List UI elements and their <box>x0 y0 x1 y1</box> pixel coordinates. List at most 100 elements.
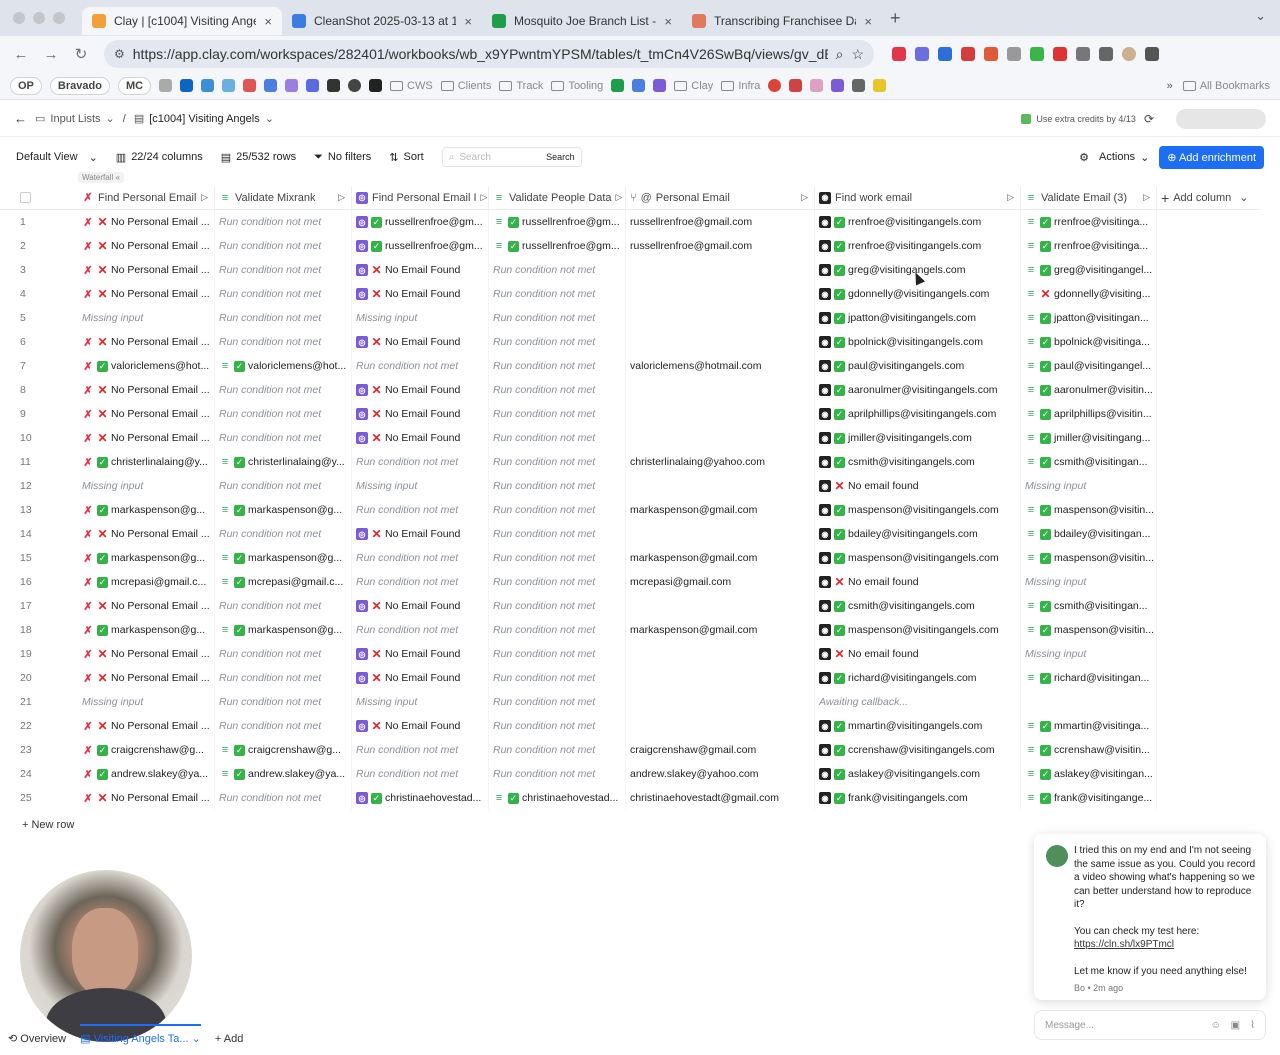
table-cell[interactable]: Run condition not met <box>352 498 489 522</box>
table-row[interactable]: 14 ✗ ✕ No Personal Email ... Run condition n… <box>0 522 1260 546</box>
browser-tab[interactable]: Mosquito Joe Branch List - G × <box>482 7 682 35</box>
table-row[interactable]: 16 ✗ ✓ mcrepasi@gmail.c... ≡ ✓ mcrepasi@gmail.… <box>0 570 1260 594</box>
table-cell[interactable]: christinaehovestadt@gmail.com <box>626 786 815 810</box>
run-column-icon[interactable]: ▷ <box>338 192 345 203</box>
bookmark-icon[interactable] <box>285 79 299 92</box>
bookmark-icon[interactable] <box>831 79 845 92</box>
table-cell[interactable] <box>626 378 815 402</box>
table-row[interactable]: 18 ✗ ✓ markaspenson@g... ≡ ✓ markaspenson@g...… <box>0 618 1260 642</box>
table-cell[interactable]: Run condition not met <box>489 282 626 306</box>
table-row[interactable]: 2 ✗ ✕ No Personal Email ... Run condition no… <box>0 234 1260 258</box>
chat-message-input[interactable]: Message... ☺ ▣ ⌇ <box>1034 1010 1266 1040</box>
table-cell[interactable]: ◎ ✕ No Email Found <box>352 426 489 450</box>
url-field[interactable]: ⚙ https://app.clay.com/workspaces/282401… <box>104 40 874 68</box>
download-icon[interactable] <box>1099 47 1113 61</box>
table-row[interactable]: 3 ✗ ✕ No Personal Email ... Run condition no… <box>0 258 1260 282</box>
table-cell[interactable]: Run condition not met <box>489 378 626 402</box>
table-row[interactable]: 23 ✗ ✓ craigcrenshaw@g... ≡ ✓ craigcrenshaw@g.… <box>0 738 1260 762</box>
bookmark-folder[interactable]: Clients <box>440 80 491 92</box>
table-cell[interactable]: Missing input <box>352 690 489 714</box>
extension-icon[interactable] <box>984 47 998 61</box>
bookmark-folder[interactable]: Clay <box>674 80 713 92</box>
table-cell[interactable]: ≡ ✓ aslakey@visitingan... <box>1021 762 1157 786</box>
table-row[interactable]: 11 ✗ ✓ christerlinalaing@y... ≡ ✓ christerlina… <box>0 450 1260 474</box>
close-tab-icon[interactable]: × <box>464 14 472 29</box>
breadcrumb-table[interactable]: ▤ [c1004] Visiting Angels ⌄ <box>134 112 274 126</box>
table-cell[interactable]: Run condition not met <box>489 450 626 474</box>
table-cell[interactable]: ◉ ✓ paul@visitingangels.com <box>815 354 1021 378</box>
table-cell[interactable]: ≡ ✕ gdonnelly@visiting... <box>1021 282 1157 306</box>
table-cell[interactable]: Run condition not met <box>215 210 352 234</box>
table-cell[interactable]: ◉ ✓ frank@visitingangels.com <box>815 786 1021 810</box>
table-cell[interactable]: ◉ ✓ maspenson@visitingangels.com <box>815 618 1021 642</box>
table-cell[interactable]: ◉ ✕ No email found <box>815 474 1021 498</box>
table-cell[interactable]: ◉ ✓ richard@visitingangels.com <box>815 666 1021 690</box>
table-cell[interactable]: Run condition not met <box>215 402 352 426</box>
all-bookmarks[interactable]: All Bookmarks <box>1182 80 1270 92</box>
table-cell[interactable]: ✗ ✓ andrew.slakey@ya... <box>78 762 215 786</box>
table-cell[interactable]: ✗ ✕ No Personal Email ... <box>78 642 215 666</box>
table-cell[interactable]: ≡ ✓ maspenson@visitin... <box>1021 546 1157 570</box>
table-cell[interactable] <box>626 426 815 450</box>
table-cell[interactable]: craigcrenshaw@gmail.com <box>626 738 815 762</box>
table-cell[interactable] <box>626 258 815 282</box>
table-cell[interactable]: Run condition not met <box>215 690 352 714</box>
table-cell[interactable]: ≡ ✓ rrenfroe@visitinga... <box>1021 210 1157 234</box>
search-button[interactable]: Search <box>546 152 575 162</box>
table-cell[interactable]: Run condition not met <box>215 522 352 546</box>
table-cell[interactable]: Missing input <box>1021 642 1157 666</box>
attach-icon[interactable]: ⌇ <box>1250 1020 1255 1031</box>
breadcrumb-input-lists[interactable]: ▭ Input Lists ⌄ <box>35 112 115 126</box>
add-sheet-button[interactable]: + Add <box>215 1033 243 1045</box>
credits-notice[interactable]: Use extra credits by 4/13 <box>1021 113 1136 124</box>
table-cell[interactable]: ◎ ✕ No Email Found <box>352 594 489 618</box>
table-cell[interactable] <box>626 594 815 618</box>
table-cell[interactable]: Run condition not met <box>489 738 626 762</box>
back-icon[interactable]: ← <box>8 46 34 63</box>
table-cell[interactable]: ≡ ✓ craigcrenshaw@g... <box>215 738 352 762</box>
table-cell[interactable]: Run condition not met <box>489 258 626 282</box>
reload-icon[interactable]: ↻ <box>68 45 94 63</box>
bookmark-folder[interactable]: CWS <box>390 80 433 92</box>
bookmark-icon[interactable] <box>873 79 887 92</box>
tab-menu-icon[interactable]: ⌄ <box>1255 8 1266 24</box>
table-cell[interactable]: ◎ ✕ No Email Found <box>352 378 489 402</box>
column-header[interactable]: ≡ Validate People Data ▷ <box>489 185 626 210</box>
table-cell[interactable] <box>626 282 815 306</box>
table-cell[interactable]: markaspenson@gmail.com <box>626 618 815 642</box>
bookmark-icon[interactable] <box>810 79 824 92</box>
extension-icon[interactable] <box>1030 47 1044 61</box>
rows-button[interactable]: ▤ 25/532 rows <box>221 151 296 164</box>
table-cell[interactable]: Run condition not met <box>489 546 626 570</box>
table-cell[interactable]: Run condition not met <box>352 450 489 474</box>
table-cell[interactable]: ✗ ✕ No Personal Email ... <box>78 666 215 690</box>
table-cell[interactable] <box>1021 690 1157 714</box>
table-cell[interactable]: ✗ ✓ markaspenson@g... <box>78 498 215 522</box>
browser-tab[interactable]: Transcribing Franchisee Data × <box>682 7 882 35</box>
table-cell[interactable]: ≡ ✓ russellrenfroe@gm... <box>489 210 626 234</box>
table-cell[interactable]: ≡ ✓ richard@visitingan... <box>1021 666 1157 690</box>
table-cell[interactable]: ✗ ✕ No Personal Email ... <box>78 522 215 546</box>
close-tab-icon[interactable]: × <box>664 14 672 29</box>
table-row[interactable]: 24 ✗ ✓ andrew.slakey@ya... ≡ ✓ andrew.slakey@y… <box>0 762 1260 786</box>
table-cell[interactable]: Run condition not met <box>215 306 352 330</box>
run-column-icon[interactable]: ▷ <box>1007 192 1014 203</box>
column-header[interactable]: ◉ Find work email ▷ <box>815 185 1021 210</box>
emoji-icon[interactable]: ☺ <box>1210 1020 1220 1031</box>
bookmark-icon[interactable] <box>201 79 215 92</box>
table-row[interactable]: 19 ✗ ✕ No Personal Email ... Run condition n… <box>0 642 1260 666</box>
table-cell[interactable]: Run condition not met <box>352 354 489 378</box>
table-cell[interactable]: ✗ ✕ No Personal Email ... <box>78 282 215 306</box>
sheets-icon[interactable] <box>611 79 625 92</box>
table-cell[interactable]: andrew.slakey@yahoo.com <box>626 762 815 786</box>
table-cell[interactable]: Run condition not met <box>489 714 626 738</box>
table-cell[interactable]: Run condition not met <box>352 546 489 570</box>
table-cell[interactable] <box>626 714 815 738</box>
table-cell[interactable]: ≡ ✓ markaspenson@g... <box>215 546 352 570</box>
add-enrichment-button[interactable]: ⊕ Add enrichment <box>1159 145 1264 169</box>
linkedin-icon[interactable] <box>180 79 194 92</box>
table-cell[interactable] <box>626 522 815 546</box>
table-cell[interactable]: Run condition not met <box>215 330 352 354</box>
active-sheet-tab[interactable]: ▤ Visiting Angels Ta... ⌄ <box>80 1024 201 1045</box>
table-cell[interactable]: ✗ ✕ No Personal Email ... <box>78 786 215 810</box>
